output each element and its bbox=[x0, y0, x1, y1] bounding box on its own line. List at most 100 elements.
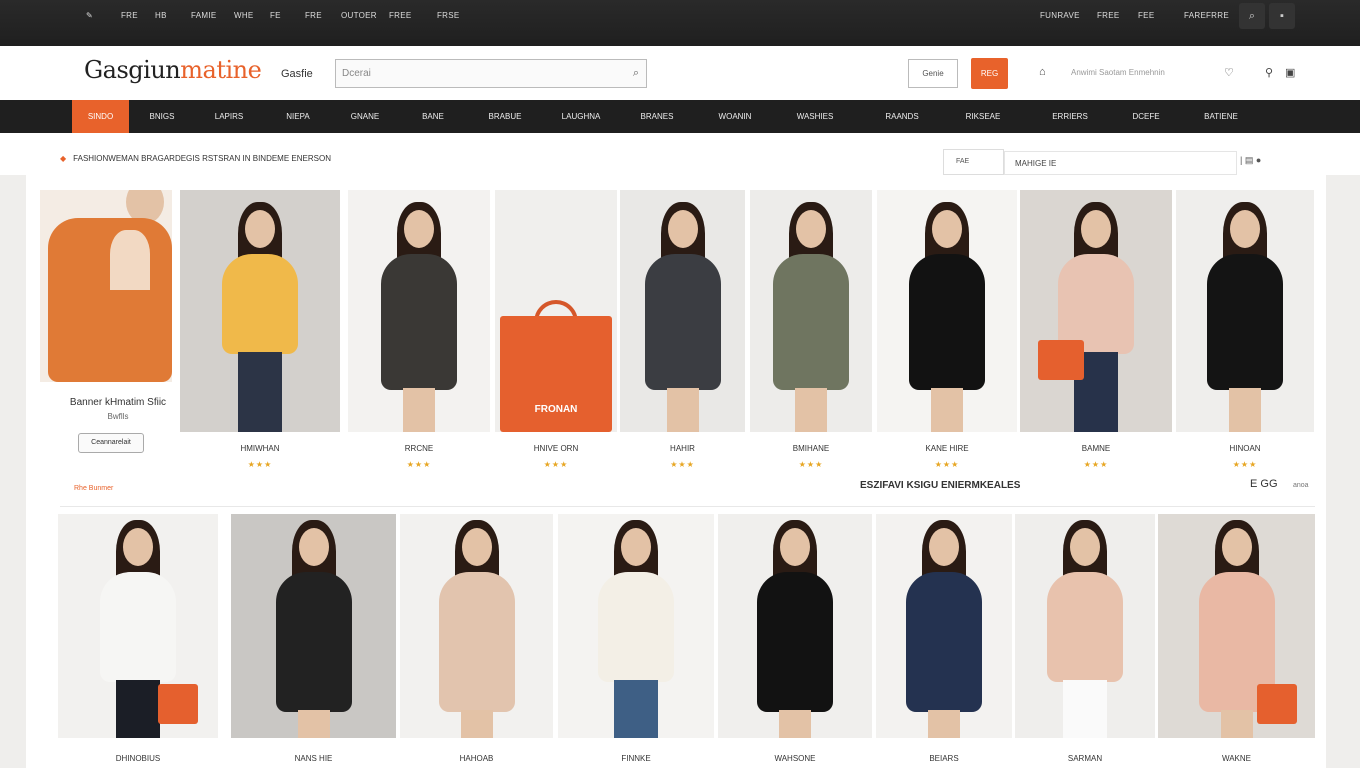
product-photo bbox=[180, 190, 340, 432]
featured-button[interactable]: Ceannarelait bbox=[78, 433, 144, 453]
nav-item[interactable]: RIKSEAE bbox=[953, 100, 1013, 133]
topbar-right-link[interactable]: FARE bbox=[1184, 11, 1206, 20]
featured-link[interactable]: Rhe Bunmer bbox=[74, 485, 113, 492]
product-name[interactable]: WAKNE bbox=[1158, 754, 1315, 763]
nav-item[interactable]: NIEPA bbox=[276, 100, 320, 133]
product-name[interactable]: SARMAN bbox=[1015, 754, 1155, 763]
product-name[interactable]: HNIVE ORN bbox=[495, 444, 617, 453]
view-toggle-icons[interactable]: | ▤ ● bbox=[1240, 155, 1261, 166]
main-navigation: SINDO BNIGS LAPIRS NIEPA GNANE BANE BRAB… bbox=[0, 100, 1360, 133]
breadcrumb-text[interactable]: FASHIONWEMAN BRAGARDEGIS RSTSRAN IN BIND… bbox=[73, 154, 331, 163]
topbar-link[interactable]: FAMIE bbox=[191, 11, 217, 20]
product-card[interactable]: FRONAN HNIVE ORN ★★★ bbox=[495, 190, 617, 480]
nav-item[interactable]: BRABUE bbox=[477, 100, 533, 133]
rating-stars: ★★★ bbox=[247, 460, 273, 469]
product-name[interactable]: WAHSONE bbox=[718, 754, 872, 763]
product-card[interactable]: BAMNE ★★★ bbox=[1020, 190, 1172, 480]
topbar-link[interactable]: FRE bbox=[121, 11, 138, 20]
nav-item[interactable]: BANE bbox=[410, 100, 456, 133]
nav-item[interactable]: BRANES bbox=[629, 100, 685, 133]
product-name[interactable]: BMIHANE bbox=[750, 444, 872, 453]
topbar-right-link[interactable]: FEE bbox=[1138, 11, 1154, 20]
topbar-link[interactable]: FREE bbox=[389, 11, 412, 20]
featured-product-card[interactable] bbox=[40, 190, 172, 382]
rating-stars: ★★★ bbox=[1232, 460, 1258, 469]
topbar-link[interactable]: ✎ bbox=[86, 11, 93, 20]
nav-item-home[interactable]: SINDO bbox=[72, 100, 129, 133]
sort-label[interactable]: FAE bbox=[943, 149, 1004, 175]
product-card[interactable]: RRCNE ★★★ bbox=[348, 190, 490, 480]
account-icon[interactable]: ⌂ bbox=[1039, 66, 1046, 78]
product-photo bbox=[231, 514, 396, 738]
user-icon[interactable]: ⚲ bbox=[1265, 66, 1273, 79]
featured-photo bbox=[40, 190, 172, 382]
product-name[interactable]: HMIWHAN bbox=[180, 444, 340, 453]
nav-item[interactable]: ERRIERS bbox=[1040, 100, 1100, 133]
product-card[interactable]: HAHIR ★★★ bbox=[620, 190, 745, 480]
product-card[interactable]: NANS HIE bbox=[231, 514, 396, 768]
site-logo[interactable]: Gasgiunmatine bbox=[84, 56, 262, 84]
product-card[interactable]: SARMAN bbox=[1015, 514, 1155, 768]
product-card[interactable]: BMIHANE ★★★ bbox=[750, 190, 872, 480]
product-card[interactable]: KANE HIRE ★★★ bbox=[877, 190, 1017, 480]
product-card[interactable]: HMIWHAN ★★★ bbox=[180, 190, 340, 480]
nav-item[interactable]: RAANDS bbox=[872, 100, 932, 133]
rating-stars: ★★★ bbox=[406, 460, 432, 469]
search-input[interactable]: Dcerai ⌕ bbox=[335, 59, 647, 88]
nav-item[interactable]: WOANIN bbox=[707, 100, 763, 133]
product-card[interactable]: WAHSONE bbox=[718, 514, 872, 768]
product-card[interactable]: BEIARS bbox=[876, 514, 1012, 768]
topbar-link[interactable]: OUTOER bbox=[341, 11, 377, 20]
search-icon[interactable]: ⌕ bbox=[633, 67, 639, 80]
cart-icon[interactable]: ▪ bbox=[1269, 3, 1295, 29]
topbar-link[interactable]: HB bbox=[155, 11, 167, 20]
header-links[interactable]: Anwimi Saotam Enmehnin bbox=[1071, 68, 1211, 77]
nav-item[interactable]: BATIENE bbox=[1190, 100, 1252, 133]
product-card[interactable]: DHINOBIUS bbox=[58, 514, 218, 768]
rating-stars: ★★★ bbox=[543, 460, 569, 469]
rating-stars: ★★★ bbox=[934, 460, 960, 469]
product-card[interactable]: HAHOAB bbox=[400, 514, 553, 768]
section-title: ESZIFAVI KSIGU ENIERMKEALES bbox=[860, 480, 1021, 491]
product-name[interactable]: BEIARS bbox=[876, 754, 1012, 763]
nav-item[interactable]: WASHIES bbox=[785, 100, 845, 133]
product-name[interactable]: BAMNE bbox=[1020, 444, 1172, 453]
topbar-right-link[interactable]: FRRE bbox=[1206, 11, 1229, 20]
topbar-right-link[interactable]: FREE bbox=[1097, 11, 1120, 20]
product-card[interactable]: HINOAN ★★★ bbox=[1176, 190, 1314, 480]
sort-select[interactable]: MAHIGE IE bbox=[1004, 151, 1237, 175]
product-card[interactable]: WAKNE bbox=[1158, 514, 1315, 768]
product-name[interactable]: NANS HIE bbox=[231, 754, 396, 763]
product-photo bbox=[400, 514, 553, 738]
product-name[interactable]: HAHOAB bbox=[400, 754, 553, 763]
product-name[interactable]: HINOAN bbox=[1176, 444, 1314, 453]
nav-item[interactable]: GNANE bbox=[339, 100, 391, 133]
topbar-link[interactable]: FE bbox=[270, 11, 281, 20]
topbar-link[interactable]: FRE bbox=[305, 11, 322, 20]
product-photo bbox=[620, 190, 745, 432]
product-photo bbox=[1158, 514, 1315, 738]
pagination-extra[interactable]: anoa bbox=[1293, 482, 1309, 489]
product-photo bbox=[876, 514, 1012, 738]
pagination[interactable]: E GG bbox=[1250, 478, 1278, 490]
register-button[interactable]: REG bbox=[971, 58, 1008, 89]
nav-item[interactable]: BNIGS bbox=[138, 100, 186, 133]
wishlist-icon[interactable]: ♡ bbox=[1224, 66, 1234, 79]
bag-icon[interactable]: ▣ bbox=[1285, 66, 1295, 79]
product-name[interactable]: DHINOBIUS bbox=[58, 754, 218, 763]
topbar-right-link[interactable]: FUNRAVE bbox=[1040, 11, 1080, 20]
secondary-button[interactable]: Genie bbox=[908, 59, 958, 88]
topbar-link[interactable]: WHE bbox=[234, 11, 254, 20]
product-name[interactable]: RRCNE bbox=[348, 444, 490, 453]
nav-item[interactable]: DCEFE bbox=[1118, 100, 1174, 133]
product-photo bbox=[348, 190, 490, 432]
nav-item[interactable]: LAUGHNA bbox=[553, 100, 609, 133]
product-name[interactable]: FINNKE bbox=[558, 754, 714, 763]
search-icon[interactable]: ⌕ bbox=[1239, 3, 1265, 29]
nav-item[interactable]: LAPIRS bbox=[203, 100, 255, 133]
topbar-link[interactable]: FRSE bbox=[437, 11, 460, 20]
product-card[interactable]: FINNKE bbox=[558, 514, 714, 768]
product-name[interactable]: HAHIR bbox=[620, 444, 745, 453]
product-name[interactable]: KANE HIRE bbox=[877, 444, 1017, 453]
product-photo bbox=[1015, 514, 1155, 738]
